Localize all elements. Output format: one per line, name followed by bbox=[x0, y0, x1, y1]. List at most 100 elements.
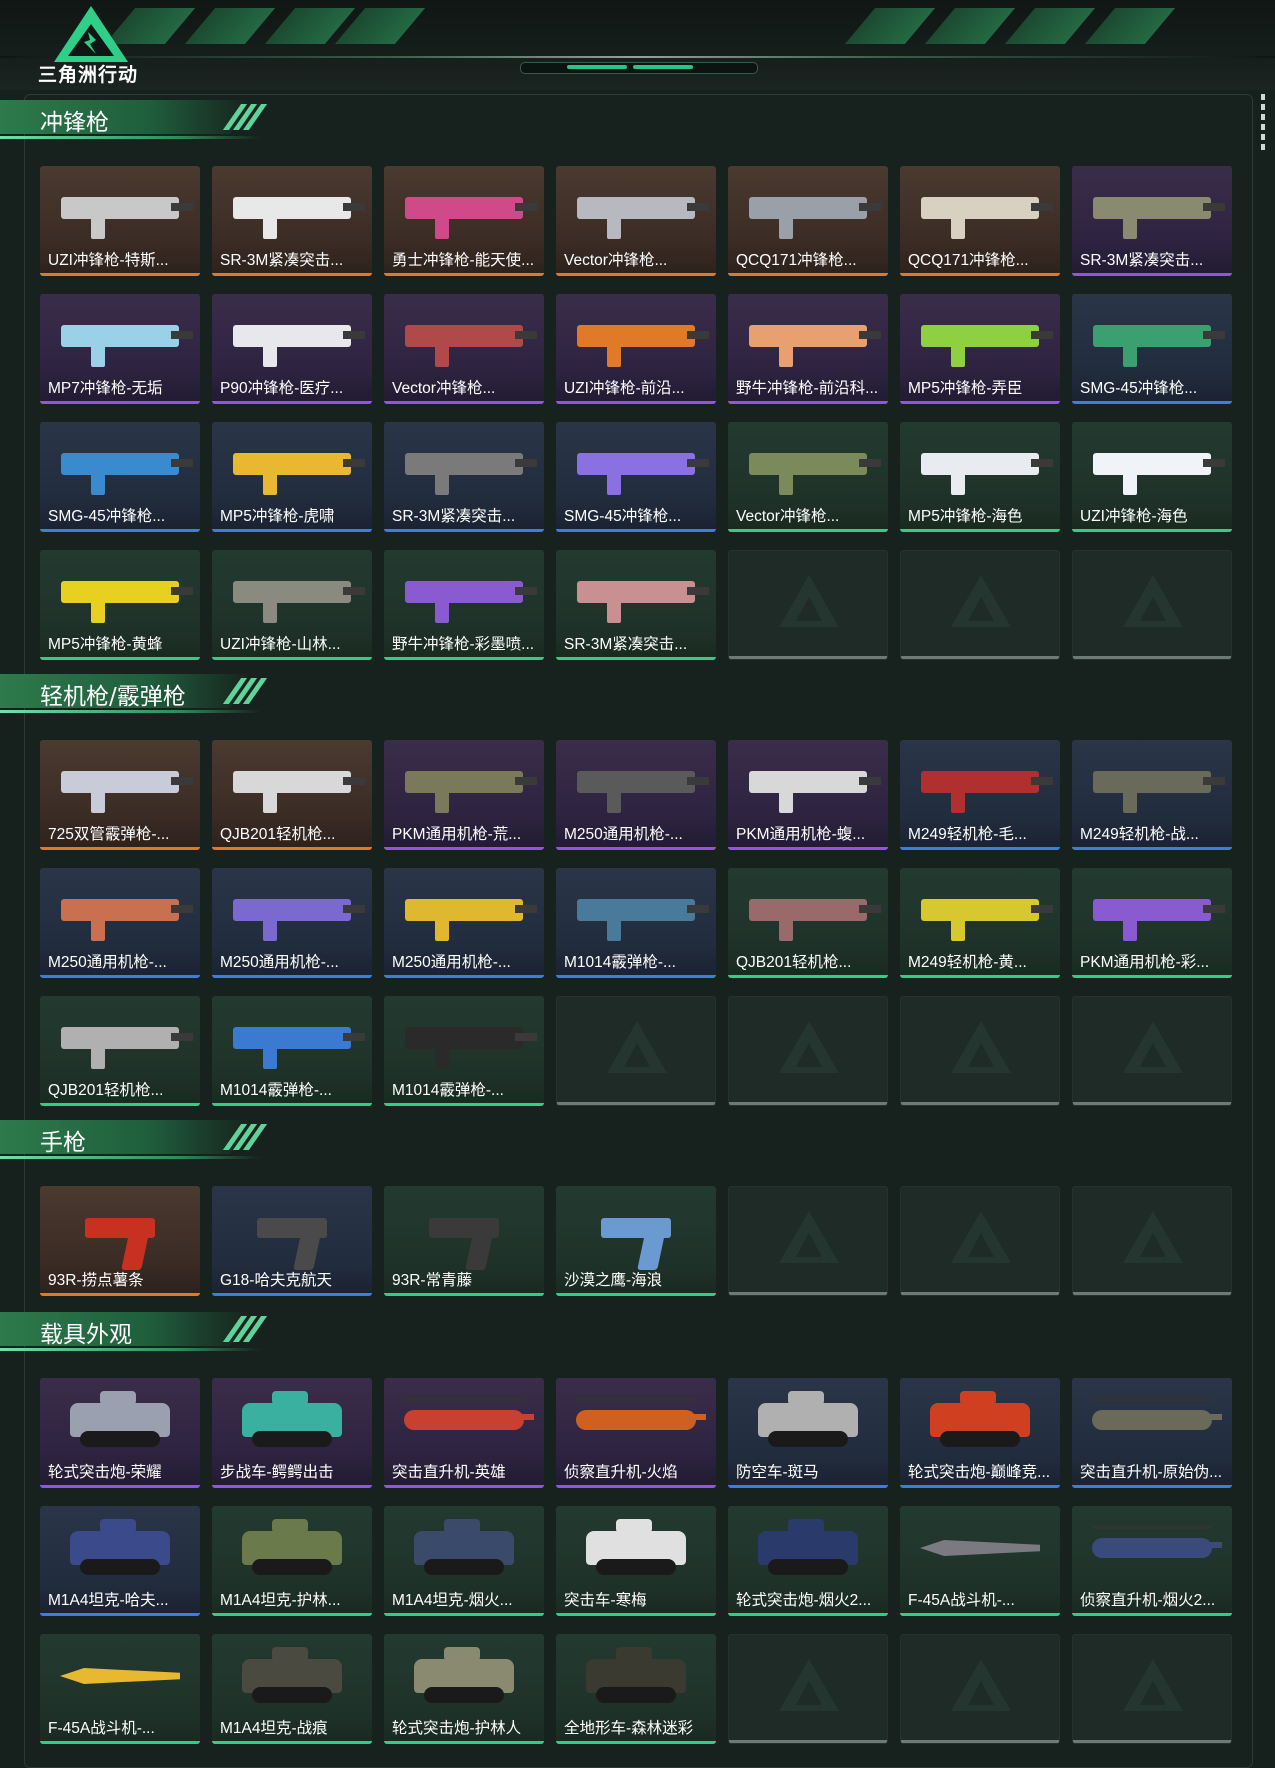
skin-card[interactable]: M1014霰弹枪-... bbox=[384, 996, 544, 1106]
skin-card[interactable]: G18-哈夫克航天 bbox=[212, 1186, 372, 1296]
skin-card[interactable]: UZI冲锋枪-特斯... bbox=[40, 166, 200, 276]
skin-card[interactable]: PKM通用机枪-彩... bbox=[1072, 868, 1232, 978]
skin-card[interactable]: M250通用机枪-... bbox=[212, 868, 372, 978]
skin-card[interactable]: 侦察直升机-火焰 bbox=[556, 1378, 716, 1488]
skin-name: SMG-45冲锋枪... bbox=[48, 508, 166, 525]
rarity-bar bbox=[384, 273, 544, 276]
skin-card[interactable]: 93R-捞点薯条 bbox=[40, 1186, 200, 1296]
skin-card[interactable]: SMG-45冲锋枪... bbox=[1072, 294, 1232, 404]
skin-card[interactable]: Vector冲锋枪... bbox=[556, 166, 716, 276]
vehicle-icon bbox=[384, 1634, 544, 1718]
rarity-bar bbox=[1072, 975, 1232, 978]
gun-icon bbox=[556, 422, 716, 506]
skin-card[interactable]: SR-3M紧凑突击... bbox=[212, 166, 372, 276]
skin-name: PKM通用机枪-蝮... bbox=[736, 826, 866, 843]
skin-card[interactable]: 侦察直升机-烟火2... bbox=[1072, 1506, 1232, 1616]
skin-card[interactable]: SR-3M紧凑突击... bbox=[1072, 166, 1232, 276]
skin-card[interactable]: 野牛冲锋枪-前沿科... bbox=[728, 294, 888, 404]
skin-card[interactable]: SMG-45冲锋枪... bbox=[40, 422, 200, 532]
skin-card[interactable]: 轮式突击炮-烟火2... bbox=[728, 1506, 888, 1616]
skin-card[interactable]: M250通用机枪-... bbox=[384, 868, 544, 978]
skin-card[interactable]: UZI冲锋枪-山林... bbox=[212, 550, 372, 660]
scrollbar[interactable] bbox=[1261, 94, 1265, 150]
skin-card[interactable]: QJB201轻机枪... bbox=[728, 868, 888, 978]
skin-card[interactable]: 轮式突击炮-巅峰竞... bbox=[900, 1378, 1060, 1488]
skin-card[interactable]: M249轻机枪-毛... bbox=[900, 740, 1060, 850]
skin-card[interactable]: M1014霰弹枪-... bbox=[556, 868, 716, 978]
skin-card[interactable]: Vector冲锋枪... bbox=[384, 294, 544, 404]
skin-card[interactable]: 勇士冲锋枪-能天使... bbox=[384, 166, 544, 276]
skin-card[interactable]: M1014霰弹枪-... bbox=[212, 996, 372, 1106]
skin-card[interactable]: 野牛冲锋枪-彩墨喷... bbox=[384, 550, 544, 660]
skin-card[interactable]: M250通用机枪-... bbox=[40, 868, 200, 978]
skin-name: Vector冲锋枪... bbox=[736, 508, 840, 525]
skin-card[interactable]: MP5冲锋枪-海色 bbox=[900, 422, 1060, 532]
skin-card[interactable]: SR-3M紧凑突击... bbox=[384, 422, 544, 532]
gun-icon bbox=[728, 422, 888, 506]
rarity-bar bbox=[212, 529, 372, 532]
skin-card[interactable]: QJB201轻机枪... bbox=[40, 996, 200, 1106]
skin-card[interactable]: 轮式突击炮-荣耀 bbox=[40, 1378, 200, 1488]
skin-card[interactable]: 防空车-斑马 bbox=[728, 1378, 888, 1488]
skin-name: G18-哈夫克航天 bbox=[220, 1272, 332, 1289]
skin-card[interactable]: SR-3M紧凑突击... bbox=[556, 550, 716, 660]
heli-icon bbox=[384, 1378, 544, 1462]
skin-card[interactable]: F-45A战斗机-... bbox=[40, 1634, 200, 1744]
pistol-icon bbox=[40, 1186, 200, 1270]
skin-card[interactable]: UZI冲锋枪-海色 bbox=[1072, 422, 1232, 532]
skin-card[interactable]: 全地形车-森林迷彩 bbox=[556, 1634, 716, 1744]
skin-name: UZI冲锋枪-山林... bbox=[220, 636, 341, 653]
skin-card[interactable]: P90冲锋枪-医疗... bbox=[212, 294, 372, 404]
skin-card[interactable]: PKM通用机枪-荒... bbox=[384, 740, 544, 850]
skin-card[interactable]: UZI冲锋枪-前沿... bbox=[556, 294, 716, 404]
skin-name: 轮式突击炮-烟火2... bbox=[736, 1592, 872, 1609]
app-title: 三角洲行动 bbox=[38, 64, 139, 86]
vehicle-icon bbox=[212, 1506, 372, 1590]
skin-card[interactable]: 93R-常青藤 bbox=[384, 1186, 544, 1296]
skin-card[interactable]: M1A4坦克-护林... bbox=[212, 1506, 372, 1616]
skin-card[interactable]: MP5冲锋枪-黄蜂 bbox=[40, 550, 200, 660]
skin-card[interactable]: SMG-45冲锋枪... bbox=[556, 422, 716, 532]
skin-card[interactable]: QJB201轻机枪... bbox=[212, 740, 372, 850]
skin-card[interactable]: 沙漠之鹰-海浪 bbox=[556, 1186, 716, 1296]
skin-card[interactable]: MP7冲锋枪-无垢 bbox=[40, 294, 200, 404]
skin-card[interactable]: 突击直升机-英雄 bbox=[384, 1378, 544, 1488]
rarity-bar bbox=[40, 975, 200, 978]
skin-card[interactable]: 突击车-寒梅 bbox=[556, 1506, 716, 1616]
skin-card[interactable]: 轮式突击炮-护林人 bbox=[384, 1634, 544, 1744]
rarity-bar bbox=[556, 975, 716, 978]
rarity-bar bbox=[40, 657, 200, 660]
top-banner: 三角洲行动 bbox=[0, 0, 1275, 90]
section-header-pistol: 手枪 bbox=[0, 1120, 280, 1160]
skin-card[interactable]: 725双管霰弹枪-... bbox=[40, 740, 200, 850]
empty-slot bbox=[728, 1634, 888, 1744]
rarity-bar bbox=[40, 847, 200, 850]
skin-name: SR-3M紧凑突击... bbox=[220, 252, 344, 269]
skin-card[interactable]: 突击直升机-原始伪... bbox=[1072, 1378, 1232, 1488]
skin-name: 轮式突击炮-护林人 bbox=[392, 1720, 522, 1737]
skin-card[interactable]: M1A4坦克-战痕 bbox=[212, 1634, 372, 1744]
skin-card[interactable]: MP5冲锋枪-虎啸 bbox=[212, 422, 372, 532]
skin-name: 突击车-寒梅 bbox=[564, 1592, 647, 1609]
rarity-bar bbox=[384, 529, 544, 532]
skin-card[interactable]: F-45A战斗机-... bbox=[900, 1506, 1060, 1616]
gun-icon bbox=[900, 422, 1060, 506]
section-header-smg: 冲锋枪 bbox=[0, 100, 280, 140]
skin-card[interactable]: M250通用机枪-... bbox=[556, 740, 716, 850]
rarity-bar bbox=[384, 1293, 544, 1296]
skin-card[interactable]: 步战车-鳄鳄出击 bbox=[212, 1378, 372, 1488]
rarity-bar bbox=[556, 657, 716, 660]
skin-card[interactable]: QCQ171冲锋枪... bbox=[900, 166, 1060, 276]
skin-card[interactable]: M1A4坦克-烟火... bbox=[384, 1506, 544, 1616]
skin-card[interactable]: PKM通用机枪-蝮... bbox=[728, 740, 888, 850]
skin-name: SR-3M紧凑突击... bbox=[564, 636, 688, 653]
skin-card[interactable]: M249轻机枪-战... bbox=[1072, 740, 1232, 850]
gun-icon bbox=[212, 740, 372, 824]
skin-card[interactable]: Vector冲锋枪... bbox=[728, 422, 888, 532]
skin-card[interactable]: M249轻机枪-黄... bbox=[900, 868, 1060, 978]
skin-card[interactable]: MP5冲锋枪-弄臣 bbox=[900, 294, 1060, 404]
skin-card[interactable]: M1A4坦克-哈夫... bbox=[40, 1506, 200, 1616]
section-header-vehicle: 载具外观 bbox=[0, 1312, 280, 1352]
pistol-icon bbox=[212, 1186, 372, 1270]
skin-card[interactable]: QCQ171冲锋枪... bbox=[728, 166, 888, 276]
